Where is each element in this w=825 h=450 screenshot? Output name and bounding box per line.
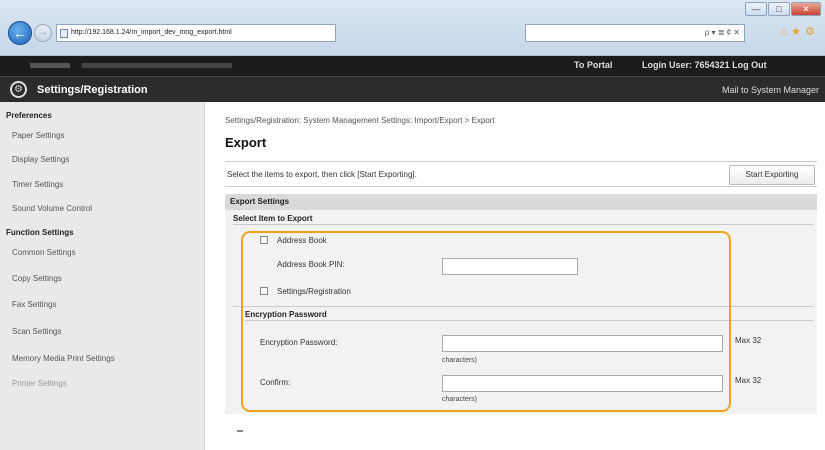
sidebar-item-memory-media-print-settings[interactable]: Memory Media Print Settings <box>12 354 115 363</box>
sidebar-item-fax-settings[interactable]: Fax Settings <box>12 300 56 309</box>
sidebar-item-sound-volume-control[interactable]: Sound Volume Control <box>12 204 92 213</box>
sidebar-item-copy-settings[interactable]: Copy Settings <box>12 274 62 283</box>
max-32-hint: Max 32 <box>735 376 762 385</box>
max-32-hint: Max 32 <box>735 336 762 345</box>
highlight-callout <box>241 231 731 412</box>
divider <box>233 224 813 225</box>
to-portal-link[interactable]: To Portal <box>574 60 612 70</box>
sidebar-heading-preferences: Preferences <box>6 111 52 120</box>
mail-to-system-manager-link[interactable]: Mail to System Manager <box>722 85 819 95</box>
select-item-heading: Select Item to Export <box>233 214 313 223</box>
close-icon[interactable]: ✕ <box>791 2 821 16</box>
page-title: Export <box>225 135 267 150</box>
footer-mark <box>237 430 243 432</box>
device-model-blurred <box>82 63 232 68</box>
title-bar: ⚙ Settings/Registration Mail to System M… <box>0 76 825 102</box>
forward-button[interactable]: → <box>34 24 52 42</box>
back-button[interactable]: ← <box>8 21 32 45</box>
login-info: Login User: 7654321 Log Out <box>642 60 767 70</box>
address-bar[interactable]: http://192.168.1.24/m_import_dev_mng_exp… <box>56 24 336 42</box>
sidebar-item-common-settings[interactable]: Common Settings <box>12 248 76 257</box>
home-star-icons[interactable]: ⌂★⚙ <box>781 25 819 38</box>
top-bar: To Portal Login User: 7654321 Log Out <box>0 56 825 76</box>
login-label: Login User: <box>642 60 693 70</box>
page-icon <box>60 29 68 38</box>
address-tools[interactable]: ρ ▾ ≣ ¢ ✕ <box>525 24 745 42</box>
instruction-text: Select the items to export, then click [… <box>227 170 417 179</box>
instruction-row: Select the items to export, then click [… <box>225 161 817 187</box>
login-user: 7654321 <box>694 60 730 70</box>
log-out-link[interactable]: Log Out <box>732 60 767 70</box>
sidebar-item-scan-settings[interactable]: Scan Settings <box>12 327 61 336</box>
sidebar-item-timer-settings[interactable]: Timer Settings <box>12 180 63 189</box>
minimize-icon[interactable]: — <box>745 2 767 16</box>
panel-title: Export Settings <box>225 194 817 210</box>
start-exporting-button[interactable]: Start Exporting <box>729 165 815 185</box>
app-title: Settings/Registration <box>37 84 148 96</box>
sidebar-item-display-settings[interactable]: Display Settings <box>12 155 69 164</box>
address-text: http://192.168.1.24/m_import_dev_mng_exp… <box>71 29 232 36</box>
maximize-icon[interactable]: □ <box>768 2 790 16</box>
breadcrumb: Settings/Registration: System Management… <box>225 116 495 125</box>
browser-chrome: — □ ✕ ← → http://192.168.1.24/m_import_d… <box>0 0 825 56</box>
sidebar-item-printer-settings[interactable]: Printer Settings <box>12 379 67 388</box>
sidebar-heading-function-settings: Function Settings <box>6 228 74 237</box>
window-controls: — □ ✕ <box>745 2 821 16</box>
gear-icon: ⚙ <box>10 81 27 98</box>
device-name-blurred <box>30 63 70 68</box>
sidebar: Preferences Paper Settings Display Setti… <box>0 102 205 450</box>
sidebar-item-paper-settings[interactable]: Paper Settings <box>12 131 64 140</box>
